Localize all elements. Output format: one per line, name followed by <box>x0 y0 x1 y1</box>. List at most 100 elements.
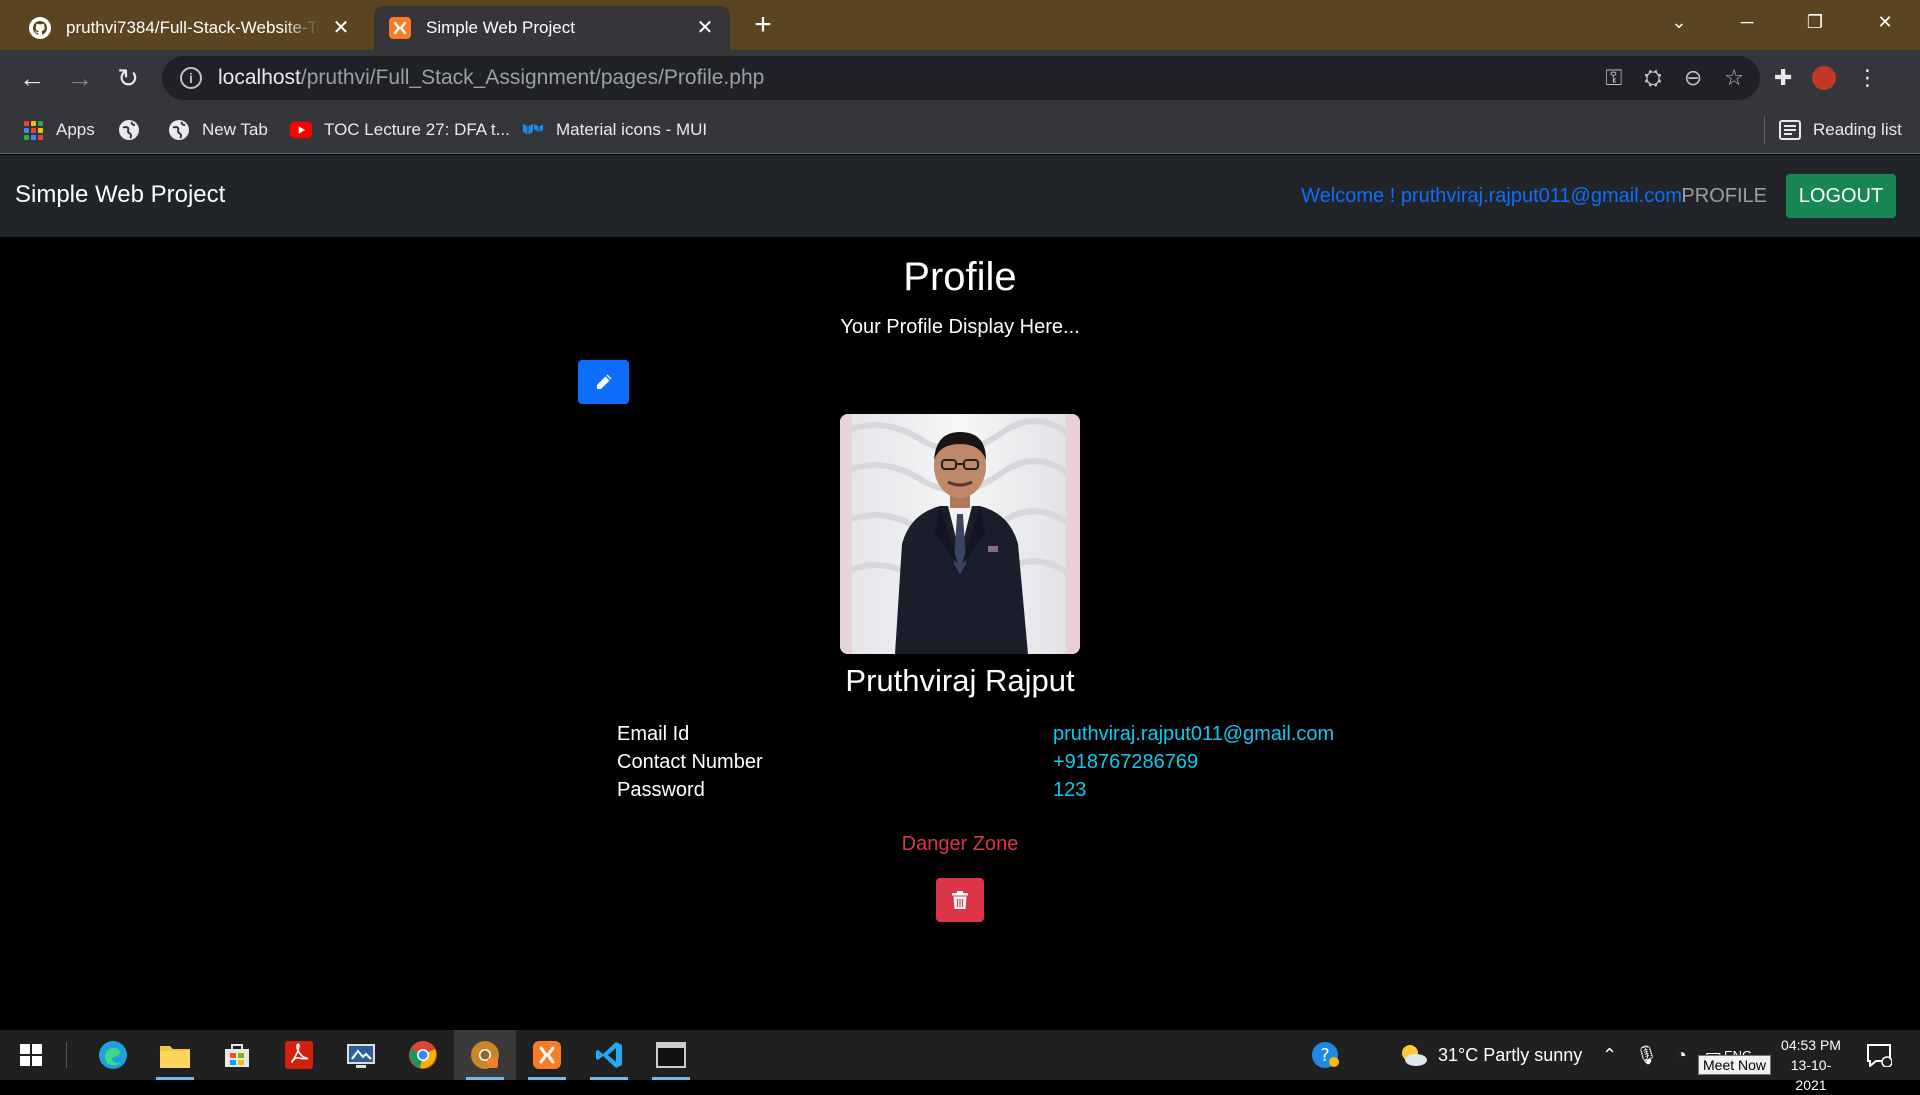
globe-icon <box>168 119 190 141</box>
close-window-button[interactable]: ✕ <box>1852 0 1918 44</box>
globe-icon <box>118 119 140 141</box>
bookmark-label: New Tab <box>202 120 268 139</box>
page-subtitle: Your Profile Display Here... <box>840 316 1080 338</box>
acrobat-icon[interactable] <box>268 1030 330 1080</box>
youtube-icon <box>290 119 312 141</box>
profile-photo <box>840 414 1080 654</box>
translate-icon[interactable]: ⛭ <box>1644 65 1662 91</box>
bookmark-apps[interactable]: Apps <box>22 116 95 144</box>
vscode-icon[interactable] <box>578 1030 640 1080</box>
xampp-taskbar-icon[interactable] <box>516 1030 578 1080</box>
welcome-text: Welcome ! pruthviraj.rajput011@gmail.com <box>1301 185 1682 207</box>
edit-profile-button[interactable] <box>578 360 629 404</box>
new-tab-button[interactable]: + <box>748 10 778 40</box>
star-icon[interactable]: ☆ <box>1724 65 1744 91</box>
chrome-canary-icon[interactable] <box>454 1030 516 1080</box>
page-content: Simple Web Project Welcome ! pruthviraj.… <box>0 155 1920 1030</box>
restore-button[interactable]: ❐ <box>1782 0 1848 44</box>
terminal-icon[interactable] <box>640 1030 702 1080</box>
tab-title: pruthvi7384/Full-Stack-Website-Task <box>66 18 320 37</box>
pencil-icon <box>596 374 611 389</box>
delete-account-button[interactable] <box>936 878 984 922</box>
bookmark-new-tab[interactable]: New Tab <box>168 116 268 144</box>
nav-profile-link[interactable]: PROFILE <box>1681 185 1767 208</box>
detail-row-contact: Contact Number +918767286769 <box>617 748 1377 776</box>
reload-icon[interactable]: ↻ <box>110 60 146 96</box>
snipping-tool-icon[interactable] <box>330 1030 392 1080</box>
xampp-icon <box>388 16 412 40</box>
tab-title: Simple Web Project <box>426 18 575 37</box>
github-icon <box>28 16 52 40</box>
close-tab-icon[interactable]: ✕ <box>330 17 352 39</box>
extension-area: ✚ ⋮ <box>1774 60 1878 96</box>
close-tab-icon[interactable]: ✕ <box>694 17 716 39</box>
reading-list[interactable]: Reading list <box>1764 116 1902 144</box>
microphone-icon[interactable]: 🎙 <box>1635 1045 1658 1066</box>
page-title: Profile <box>903 255 1017 299</box>
profile-name: Pruthviraj Rajput <box>845 663 1075 698</box>
tab-search-icon[interactable]: ⌄ <box>1646 0 1712 44</box>
start-button[interactable] <box>0 1030 62 1080</box>
svg-text:?: ? <box>1320 1045 1330 1066</box>
url-host: localhost <box>218 66 301 89</box>
clock-date: 13-10-2021 <box>1790 1057 1832 1093</box>
windows-icon <box>20 1044 42 1066</box>
meet-now-tooltip: Meet Now <box>1698 1055 1772 1075</box>
mui-icon <box>522 119 544 141</box>
trash-icon <box>952 891 968 909</box>
back-icon[interactable]: ← <box>14 60 50 96</box>
clock[interactable]: 04:53 PM 13-10-2021 <box>1776 1035 1846 1095</box>
site-info-icon[interactable]: i <box>180 67 202 89</box>
detail-label: Password <box>617 778 705 801</box>
key-icon[interactable]: ⚿ <box>1605 65 1622 91</box>
chevron-up-icon[interactable]: ⌃ <box>1602 1045 1617 1066</box>
tab-github[interactable]: pruthvi7384/Full-Stack-Website-Task ✕ <box>14 6 366 50</box>
weather-text: 31°C Partly sunny <box>1438 1044 1583 1065</box>
bookmarks-bar: Apps New Tab TOC Lecture 27: DFA t... Ma… <box>0 106 1920 154</box>
browser-toolbar: ← → ↻ i localhost/pruthvi/Full_Stack_Ass… <box>0 50 1920 106</box>
bookmark-toc-lecture[interactable]: TOC Lecture 27: DFA t... <box>290 116 510 144</box>
danger-zone-heading: Danger Zone <box>901 833 1019 855</box>
address-bar[interactable]: i localhost/pruthvi/Full_Stack_Assignmen… <box>162 56 1760 100</box>
site-navbar: Simple Web Project Welcome ! pruthviraj.… <box>0 155 1920 237</box>
apps-grid-icon <box>22 119 44 141</box>
notifications-icon[interactable] <box>1866 1030 1892 1080</box>
navbar-brand[interactable]: Simple Web Project <box>15 181 225 209</box>
edge-icon[interactable] <box>82 1030 144 1080</box>
taskbar-divider <box>66 1042 67 1068</box>
url-path: /pruthvi/Full_Stack_Assignment/pages/Pro… <box>300 66 765 89</box>
zoom-icon[interactable]: ⊖ <box>1684 65 1702 91</box>
minimize-button[interactable]: ─ <box>1714 0 1780 44</box>
forward-icon[interactable]: → <box>62 60 98 96</box>
profile-details: Email Id pruthviraj.rajput011@gmail.com … <box>617 720 1377 804</box>
wifi-icon[interactable]: ◔ <box>1676 1045 1687 1066</box>
chrome-icon[interactable] <box>392 1030 454 1080</box>
puzzle-icon[interactable]: ✚ <box>1774 65 1792 91</box>
detail-label: Email Id <box>617 722 690 745</box>
avatar-icon[interactable] <box>1812 66 1837 90</box>
detail-value: +918767286769 <box>1053 750 1199 773</box>
clock-time: 04:53 PM <box>1781 1037 1841 1053</box>
reading-list-icon <box>1779 119 1801 141</box>
tab-simple-web-project[interactable]: Simple Web Project ✕ <box>374 6 730 50</box>
detail-row-password: Password 123 <box>617 776 1377 804</box>
bookmark-material-icons[interactable]: Material icons - MUI <box>522 116 707 144</box>
detail-value: pruthviraj.rajput011@gmail.com <box>1053 722 1335 745</box>
bookmark-label: Reading list <box>1813 120 1902 139</box>
omnibox-actions: ⚿ ⛭ ⊖ ☆ <box>1605 56 1744 100</box>
detail-row-email: Email Id pruthviraj.rajput011@gmail.com <box>617 720 1377 748</box>
help-icon[interactable]: ? <box>1310 1030 1340 1080</box>
detail-value: 123 <box>1053 778 1087 801</box>
bookmark-label: TOC Lecture 27: DFA t... <box>324 120 510 139</box>
weather-widget[interactable]: 31°C Partly sunny <box>1398 1030 1582 1080</box>
store-icon[interactable] <box>206 1030 268 1080</box>
logout-button[interactable]: LOGOUT <box>1786 174 1896 218</box>
browser-tab-strip: pruthvi7384/Full-Stack-Website-Task ✕ Si… <box>0 0 1920 50</box>
bookmark-label: Material icons - MUI <box>556 120 708 139</box>
detail-label: Contact Number <box>617 750 763 773</box>
bookmark-globe[interactable] <box>118 116 140 144</box>
windows-taskbar: ? 31°C Partly sunny ⌃ 🎙 ◔ ▭ ENG 04:53 PM… <box>0 1030 1920 1093</box>
bookmark-label: Apps <box>56 120 95 139</box>
kebab-menu-icon[interactable]: ⋮ <box>1856 65 1878 91</box>
file-explorer-icon[interactable] <box>144 1030 206 1080</box>
